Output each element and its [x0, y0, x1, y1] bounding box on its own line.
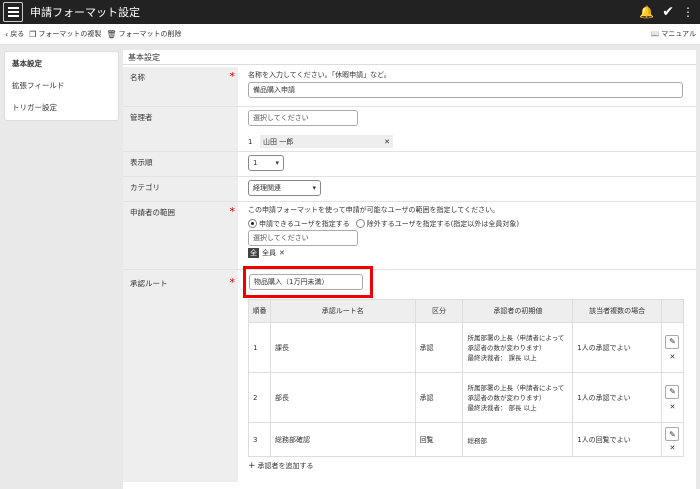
admin-row: 管理者 選択してください 1 山田 一郎 ✕: [123, 107, 696, 152]
hamburger-menu-icon[interactable]: [3, 2, 23, 22]
order-row: 表示順 1 ▾: [123, 152, 696, 177]
route-row: 承認ルート * 物品購入（1万円未満） 順番 承認ルート名 区分 承認者の初期値 …: [123, 270, 696, 482]
group-icon: 全: [248, 248, 259, 258]
route-label: 承認ルート: [130, 279, 168, 288]
applicant-hint: この申請フォーマットを使って申請が可能なユーザの範囲を指定してください。: [248, 206, 500, 214]
admin-select-input[interactable]: 選択してください: [248, 110, 358, 126]
col-header: 順番: [248, 299, 271, 323]
required-mark: *: [229, 205, 236, 218]
col-header: 承認ルート名: [269, 299, 416, 323]
name-hint: 名称を入力してください。「休暇申請」など。: [248, 71, 391, 79]
order-label: 表示順: [130, 158, 153, 167]
table-row: 2 部長 承認 所属部署の上長（申請者によって承認者の数が変わります） 最終決裁者…: [248, 372, 685, 423]
table-row: 1 課長 承認 所属部署の上長（申請者によって承認者の数が変わります） 最終決裁者…: [248, 322, 685, 373]
highlight-box: [243, 266, 373, 298]
all-users-chip: 全 全員 ✕: [248, 248, 285, 258]
copy-format-button[interactable]: ❐ フォーマットの複製: [29, 29, 101, 39]
chevron-down-icon: ▾: [275, 159, 279, 167]
sidebar-item-basic[interactable]: 基本設定: [5, 52, 118, 74]
add-approver-link[interactable]: + 承認者を追加する: [248, 461, 696, 471]
col-header: 承認者の初期値: [462, 299, 574, 323]
back-button[interactable]: ‹ 戻る: [5, 29, 24, 39]
name-label: 名称: [130, 73, 145, 82]
toolbar: ‹ 戻る ❐ フォーマットの複製 🗑 フォーマットの削除 📖 マニュアル: [0, 24, 700, 45]
delete-icon[interactable]: ✕: [662, 444, 683, 452]
sidebar-item-trigger[interactable]: トリガー設定: [5, 96, 118, 118]
radio-exclude[interactable]: [355, 219, 365, 228]
edit-icon[interactable]: ✎: [665, 334, 680, 349]
edit-icon[interactable]: ✎: [665, 384, 680, 399]
table-row: 3 総務部確認 回覧 総務部 1人の回覧でよい ✎ ✕: [248, 422, 685, 457]
check-icon[interactable]: ✔: [662, 4, 674, 20]
required-mark: *: [229, 70, 236, 83]
required-mark: *: [229, 276, 236, 289]
name-row: 名称 * 名称を入力してください。「休暇申請」など。 備品購入申請: [123, 67, 696, 107]
section-title: 基本設定: [123, 50, 696, 65]
sidebar: 基本設定 拡張フィールド トリガー設定: [4, 51, 119, 121]
category-select[interactable]: 経理関連 ▾: [248, 180, 321, 196]
col-header: 該当者複数の場合: [572, 299, 662, 323]
applicant-label: 申請者の範囲: [130, 208, 175, 217]
window-title: 申請フォーマット設定: [30, 6, 140, 19]
route-table: 順番 承認ルート名 区分 承認者の初期値 該当者複数の場合 1 課長 承認 所属…: [248, 299, 685, 457]
bell-icon[interactable]: 🔔: [639, 5, 654, 19]
manual-button[interactable]: 📖 マニュアル: [650, 29, 696, 39]
admin-index: 1: [248, 137, 253, 146]
admin-label: 管理者: [130, 113, 153, 122]
sidebar-item-extended-fields[interactable]: 拡張フィールド: [5, 74, 118, 96]
title-bar: 申請フォーマット設定 🔔 ✔ ⋮: [0, 0, 700, 24]
copy-icon: ❐: [29, 29, 37, 39]
plus-icon: +: [248, 461, 256, 471]
trash-icon: 🗑: [106, 29, 117, 39]
edit-icon[interactable]: ✎: [665, 427, 680, 441]
admin-member-chip: 山田 一郎 ✕: [260, 135, 393, 148]
col-header: 区分: [414, 299, 464, 323]
category-label: カテゴリ: [130, 183, 160, 192]
category-row: カテゴリ 経理関連 ▾: [123, 177, 696, 202]
delete-format-button[interactable]: 🗑 フォーマットの削除: [106, 29, 181, 39]
applicant-row: 申請者の範囲 * この申請フォーマットを使って申請が可能なユーザの範囲を指定してく…: [123, 202, 696, 270]
book-icon: 📖: [650, 30, 660, 38]
chevron-left-icon: ‹: [5, 29, 9, 39]
applicant-select-input[interactable]: 選択してください: [248, 230, 358, 246]
more-icon[interactable]: ⋮: [682, 5, 694, 19]
remove-icon[interactable]: ✕: [279, 249, 285, 257]
delete-icon[interactable]: ✕: [662, 353, 683, 361]
delete-icon[interactable]: ✕: [662, 403, 683, 411]
order-select[interactable]: 1 ▾: [248, 155, 284, 171]
main-panel: 基本設定 名称 * 名称を入力してください。「休暇申請」など。 備品購入申請 管理…: [123, 50, 696, 489]
radio-specify[interactable]: [248, 219, 257, 228]
remove-icon[interactable]: ✕: [384, 138, 390, 146]
chevron-down-icon: ▾: [312, 184, 316, 192]
name-input[interactable]: 備品購入申請: [248, 82, 683, 98]
